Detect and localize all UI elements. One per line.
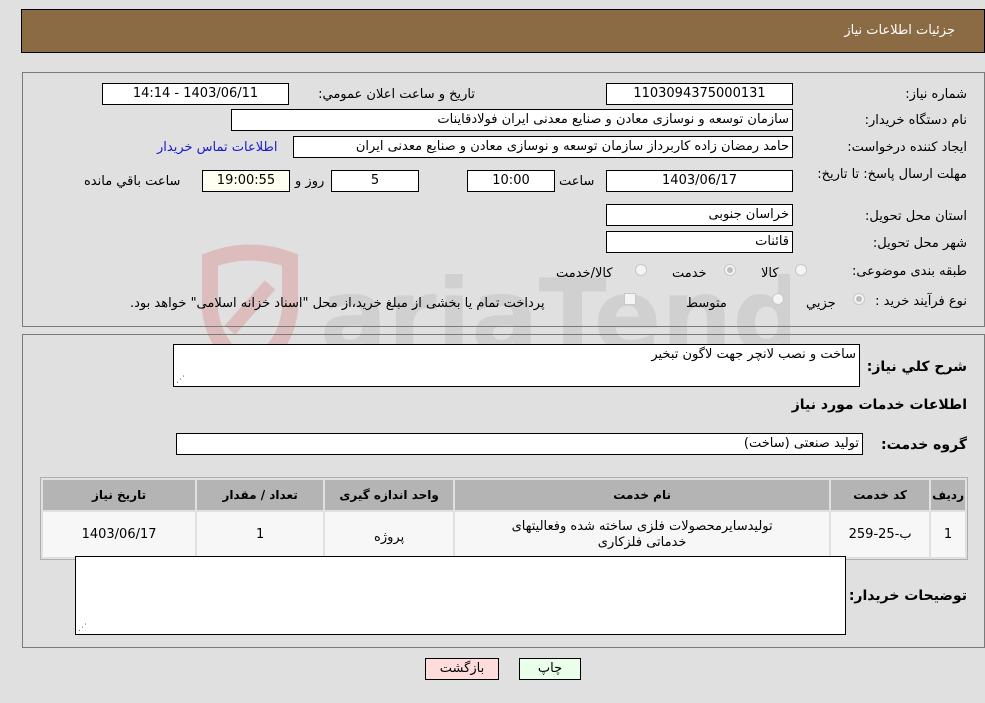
buyer-contact-link[interactable]: اطلاعات تماس خریدار: [157, 140, 277, 155]
table-row: 1 ب-25-259 تولیدسایرمحصولات فلزی ساخته ش…: [43, 512, 965, 557]
col-service-name: نام خدمت: [455, 480, 830, 510]
deadline-time-field: 10:00: [467, 170, 555, 192]
days-label: روز و: [295, 174, 325, 189]
deadline-time-label: ساعت: [559, 174, 595, 189]
cell-service-name: تولیدسایرمحصولات فلزی ساخته شده وفعالیته…: [455, 512, 830, 557]
cell-quantity: 1: [197, 512, 324, 557]
purchase-type-medium-label: متوسط: [686, 296, 727, 311]
purchase-type-medium-radio[interactable]: [772, 293, 784, 305]
resize-grip-icon[interactable]: ⋱: [78, 624, 87, 633]
col-quantity: تعداد / مقدار: [197, 480, 324, 510]
col-need-date: تاريخ نياز: [43, 480, 196, 510]
services-table: رديف کد خدمت نام خدمت واحد اندازه گیری ت…: [40, 477, 968, 560]
category-label: طبقه بندی موضوعی:: [851, 264, 967, 279]
city-label: شهر محل تحویل:: [872, 236, 967, 251]
announce-datetime-field: 1403/06/11 - 14:14: [102, 83, 289, 105]
table-header-row: رديف کد خدمت نام خدمت واحد اندازه گیری ت…: [43, 480, 965, 510]
category-goods-radio[interactable]: [795, 264, 807, 276]
buyer-org-field: سازمان توسعه و نوسازی معادن و صنایع معدن…: [231, 109, 793, 131]
purchase-type-small-radio[interactable]: [853, 293, 865, 305]
service-group-field: تولید صنعتی (ساخت): [176, 433, 863, 455]
remaining-days-field: 5: [331, 170, 419, 192]
treasury-checkbox[interactable]: [624, 293, 636, 305]
cell-row-number: 1: [931, 512, 965, 557]
announce-datetime-label: تاريخ و ساعت اعلان عمومي:: [318, 87, 475, 102]
requester-field: حامد رمضان زاده کاربرداز سازمان توسعه و …: [293, 136, 793, 158]
need-number-label: شماره نیاز:: [905, 87, 967, 102]
category-goods-service-label: کالا/خدمت: [556, 266, 613, 281]
description-label: شرح کلي نياز:: [866, 359, 967, 375]
col-row-number: رديف: [931, 480, 965, 510]
description-field[interactable]: ساخت و نصب لانچر جهت لاگون تبخیر ⋱: [173, 344, 860, 387]
cell-unit: پروژه: [325, 512, 454, 557]
resize-grip-icon[interactable]: ⋱: [176, 376, 185, 385]
remaining-time-label: ساعت باقي مانده: [84, 174, 181, 189]
back-button[interactable]: بازگشت: [425, 658, 499, 680]
buyer-org-label: نام دستگاه خریدار:: [864, 113, 967, 128]
requester-label: ایجاد کننده درخواست:: [847, 140, 967, 155]
cell-need-date: 1403/06/17: [43, 512, 196, 557]
purchase-type-small-label: جزيي: [806, 296, 836, 311]
category-goods-label: کالا: [761, 266, 779, 281]
category-service-radio[interactable]: [724, 264, 736, 276]
col-service-code: کد خدمت: [831, 480, 930, 510]
city-field: قائنات: [606, 231, 793, 253]
page-title: جزئيات اطلاعات نياز: [844, 23, 955, 38]
page-header: جزئيات اطلاعات نياز: [21, 9, 985, 53]
service-group-label: گروه خدمت:: [881, 437, 967, 453]
deadline-label: مهلت ارسال پاسخ: تا تاریخ:: [817, 167, 967, 182]
remaining-time-field: 19:00:55: [202, 170, 290, 192]
category-service-label: خدمت: [672, 266, 707, 281]
description-text: ساخت و نصب لانچر جهت لاگون تبخیر: [651, 347, 856, 362]
services-heading: اطلاعات خدمات مورد نياز: [791, 397, 967, 413]
col-unit: واحد اندازه گیری: [325, 480, 454, 510]
buyer-notes-label: توضیحات خریدار:: [848, 588, 967, 604]
deadline-date-field: 1403/06/17: [606, 170, 793, 192]
buyer-notes-field[interactable]: ⋱: [75, 556, 846, 635]
purchase-type-label: نوع فرآیند خرید :: [875, 294, 967, 309]
cell-service-code: ب-25-259: [831, 512, 930, 557]
need-number-field: 1103094375000131: [606, 83, 793, 105]
category-goods-service-radio[interactable]: [635, 264, 647, 276]
province-field: خراسان جنوبی: [606, 204, 793, 226]
treasury-note: پرداخت تمام یا بخشی از مبلغ خرید،از محل …: [130, 296, 545, 311]
print-button[interactable]: چاپ: [519, 658, 581, 680]
province-label: استان محل تحویل:: [865, 209, 967, 224]
